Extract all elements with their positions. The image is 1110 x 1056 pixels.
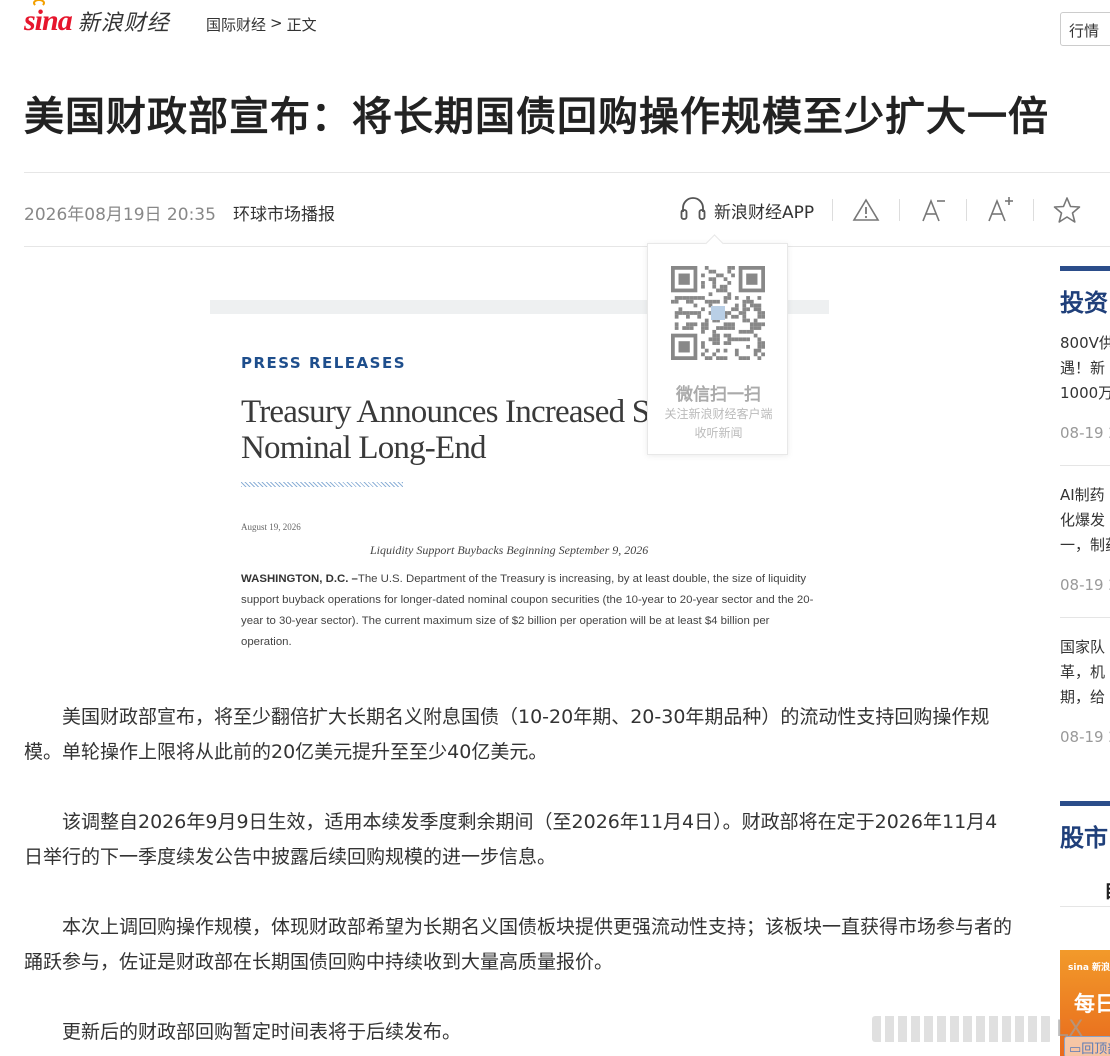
sidebar-divider: [1060, 617, 1110, 618]
article-source-link[interactable]: 环球市场播报: [233, 200, 335, 225]
breadcrumb: 国际财经 > 正文: [206, 14, 317, 35]
report-icon[interactable]: [851, 195, 881, 225]
meta-divider: [24, 246, 1110, 247]
qr-popup-caption-2: 收听新闻: [694, 426, 743, 440]
market-quote-button[interactable]: 行情: [1060, 12, 1110, 46]
press-dateline: WASHINGTON, D.C. –: [241, 573, 358, 585]
breadcrumb-current: 正文: [286, 16, 317, 34]
app-listen-button[interactable]: 新浪财经APP: [678, 193, 814, 228]
back-to-top-button[interactable]: ▭回顶部: [1064, 1036, 1110, 1056]
sidebar-divider: [1060, 465, 1110, 466]
title-divider: [24, 172, 1110, 173]
sidebar-investment-heading[interactable]: 投资: [1060, 283, 1108, 318]
sidebar-news-line: 革，机: [1060, 663, 1106, 681]
press-release-date: August 19, 2026: [241, 522, 301, 532]
sidebar-news-item[interactable]: 800V供 遇！新 1000万: [1060, 331, 1110, 406]
article-paragraph: 本次上调回购操作规模，体现财政部希望为长期名义国债板块提供更强流动性支持；该板块…: [24, 916, 1013, 973]
sidebar-news-line: 1000万: [1060, 384, 1110, 402]
press-heading-underline: [241, 482, 403, 487]
toolbar-divider: [966, 199, 968, 221]
press-release-body: WASHINGTON, D.C. –The U.S. Department of…: [241, 569, 816, 653]
sidebar-news-item[interactable]: 国家队 革，机 期，给: [1060, 635, 1110, 710]
breadcrumb-separator: >: [270, 14, 283, 32]
sidebar-news-time: 08-19 2: [1060, 576, 1110, 594]
favorite-star-icon[interactable]: [1052, 195, 1082, 225]
toolbar-divider: [899, 199, 901, 221]
article-title: 美国财政部宣布：将长期国债回购操作规模至少扩大一倍: [24, 94, 1049, 140]
qr-popup-title: 微信扫一扫: [676, 385, 761, 405]
article-paragraph: 该调整自2026年9月9日生效，适用本续发季度剩余期间（至2026年11月4日）…: [24, 811, 998, 868]
finance-logo-text: 新浪财经: [77, 11, 170, 36]
font-decrease-icon[interactable]: [918, 195, 948, 225]
sina-logo-text: sina: [24, 4, 73, 37]
wechat-qr-popup: 微信扫一扫 关注新浪财经客户端 收听新闻: [647, 243, 788, 455]
sidebar-news-line: 国家队: [1060, 638, 1106, 656]
sidebar-stock-tab[interactable]: 自: [1104, 876, 1110, 903]
ad-logo: sina 新浪财经: [1068, 963, 1110, 973]
back-to-top-icon: ▭: [1069, 1042, 1082, 1056]
back-to-top-label: 回顶部: [1081, 1042, 1110, 1056]
toolbar-divider: [1033, 199, 1035, 221]
toolbar-divider: [832, 199, 834, 221]
sidebar-news-line: 期，给: [1060, 688, 1106, 706]
qr-code-image: [671, 266, 765, 360]
sidebar-news-time: 08-19 2: [1060, 424, 1110, 442]
sidebar-section-rule: [1060, 266, 1110, 271]
press-release-subhead: Liquidity Support Buybacks Beginning Sep…: [370, 543, 649, 557]
sidebar-news-line: AI制药: [1060, 486, 1105, 504]
breadcrumb-section-link[interactable]: 国际财经: [206, 14, 266, 35]
sidebar-section-rule: [1060, 801, 1110, 806]
ad-headline: 每日: [1074, 992, 1110, 1016]
sidebar-news-line: 一，制药: [1060, 536, 1110, 554]
image-watermark: LX: [872, 1016, 1083, 1042]
qr-popup-caption: 关注新浪财经客户端: [664, 407, 773, 421]
publish-date: 2026年08月19日 20:35: [24, 205, 216, 225]
headphones-icon: [678, 193, 708, 228]
article-paragraph: 美国财政部宣布，将至少翻倍扩大长期名义附息国债（10-20年期、20-30年期品…: [24, 706, 990, 763]
article-toolbar: 新浪财经APP: [678, 192, 1082, 228]
sidebar-news-item[interactable]: AI制药 化爆发 一，制药: [1060, 483, 1110, 558]
article-paragraph: 更新后的财政部回购暂定时间表将于后续发布。: [62, 1021, 462, 1043]
watermark-pattern: [872, 1016, 1052, 1042]
sidebar-stock-heading[interactable]: 股市: [1060, 818, 1108, 853]
sidebar-news-time: 08-19 2: [1060, 728, 1110, 746]
top-bar: sina 新浪财经 国际财经 > 正文 行情: [0, 0, 1110, 50]
press-releases-kicker: PRESS RELEASES: [241, 354, 407, 372]
sina-finance-logo[interactable]: sina 新浪财经: [24, 0, 170, 38]
sidebar-news-line: 800V供: [1060, 334, 1110, 352]
sidebar-news-line: 化爆发: [1060, 511, 1106, 529]
sidebar-divider: [1060, 906, 1110, 907]
app-label: 新浪财经APP: [714, 202, 815, 223]
sina-logo-mark: sina: [24, 0, 73, 38]
sidebar-news-line: 遇！新: [1060, 359, 1106, 377]
font-increase-icon[interactable]: [985, 195, 1015, 225]
